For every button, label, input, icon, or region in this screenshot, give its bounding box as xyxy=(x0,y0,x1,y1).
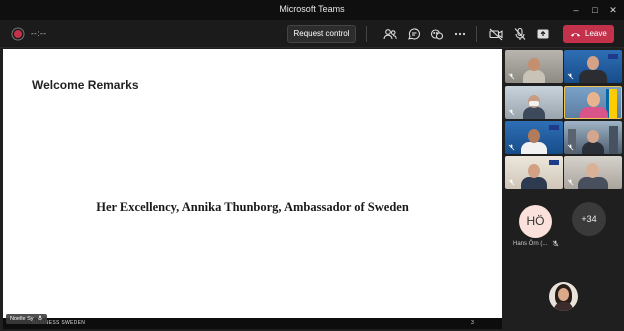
mic-off-icon xyxy=(552,240,559,247)
window-title: Microsoft Teams xyxy=(279,4,345,14)
chat-icon[interactable] xyxy=(406,26,422,42)
title-bar: Microsoft Teams – □ ✕ xyxy=(0,0,624,20)
meeting-toolbar: --:-- Request control Leave xyxy=(0,20,624,48)
mic-off-icon xyxy=(508,144,515,151)
participant-video-tile[interactable] xyxy=(505,121,563,154)
share-icon[interactable] xyxy=(535,26,551,42)
mic-off-icon xyxy=(508,179,515,186)
minimize-button[interactable]: – xyxy=(569,3,583,17)
mic-off-icon xyxy=(567,144,574,151)
mic-off-icon xyxy=(508,109,515,116)
mic-off-icon[interactable] xyxy=(512,26,528,42)
mic-off-icon xyxy=(567,73,574,80)
mic-off-icon xyxy=(508,73,515,80)
mic-off-icon xyxy=(567,179,574,186)
participant-video-tile[interactable] xyxy=(505,156,563,189)
request-control-button[interactable]: Request control xyxy=(287,25,356,43)
participant-video-tile[interactable] xyxy=(505,50,563,83)
close-window-button[interactable]: ✕ xyxy=(606,3,620,17)
participant-video-tile[interactable] xyxy=(564,156,622,189)
toolbar-divider xyxy=(366,26,367,42)
building-decor xyxy=(609,126,618,154)
participant-name: Hans Örn (... xyxy=(513,241,548,247)
meeting-timer: --:-- xyxy=(31,29,47,38)
slide-page-number: 3 xyxy=(471,320,474,326)
company-logo-icon xyxy=(608,54,618,59)
self-avatar[interactable] xyxy=(549,282,578,311)
participant-video-tile[interactable] xyxy=(564,121,622,154)
participant-video-tile[interactable] xyxy=(505,86,563,119)
people-icon[interactable] xyxy=(382,26,398,42)
leave-label: Leave xyxy=(585,29,607,38)
presenter-name-tag: Noelle Sy xyxy=(6,314,48,324)
company-logo-icon xyxy=(549,160,559,165)
slide-body-text: Her Excellency, Annika Thunborg, Ambassa… xyxy=(96,200,409,214)
presenter-name: Noelle Sy xyxy=(10,316,34,322)
more-participants-button[interactable]: +34 xyxy=(572,202,606,236)
active-speaker-video-tile[interactable] xyxy=(564,86,622,119)
camera-off-icon[interactable] xyxy=(488,26,504,42)
shared-screen: Welcome Remarks Her Excellency, Annika T… xyxy=(3,49,502,322)
more-icon[interactable] xyxy=(452,26,468,42)
flag-decor xyxy=(609,89,617,118)
toolbar-divider xyxy=(476,26,477,42)
slide-footer: BUSINESS SWEDEN 3 xyxy=(3,318,502,329)
recording-indicator-icon xyxy=(14,30,22,38)
company-logo-icon xyxy=(549,125,559,130)
participant-avatar[interactable]: HÖ xyxy=(519,205,552,238)
mic-icon xyxy=(38,315,42,320)
leave-button[interactable]: Leave xyxy=(563,25,614,43)
participant-video-tile[interactable] xyxy=(564,50,622,83)
slide-heading: Welcome Remarks xyxy=(32,78,139,92)
reactions-icon[interactable] xyxy=(429,26,445,42)
phone-hangup-icon xyxy=(570,33,581,37)
face-mask xyxy=(529,101,539,106)
maximize-button[interactable]: □ xyxy=(588,3,602,17)
